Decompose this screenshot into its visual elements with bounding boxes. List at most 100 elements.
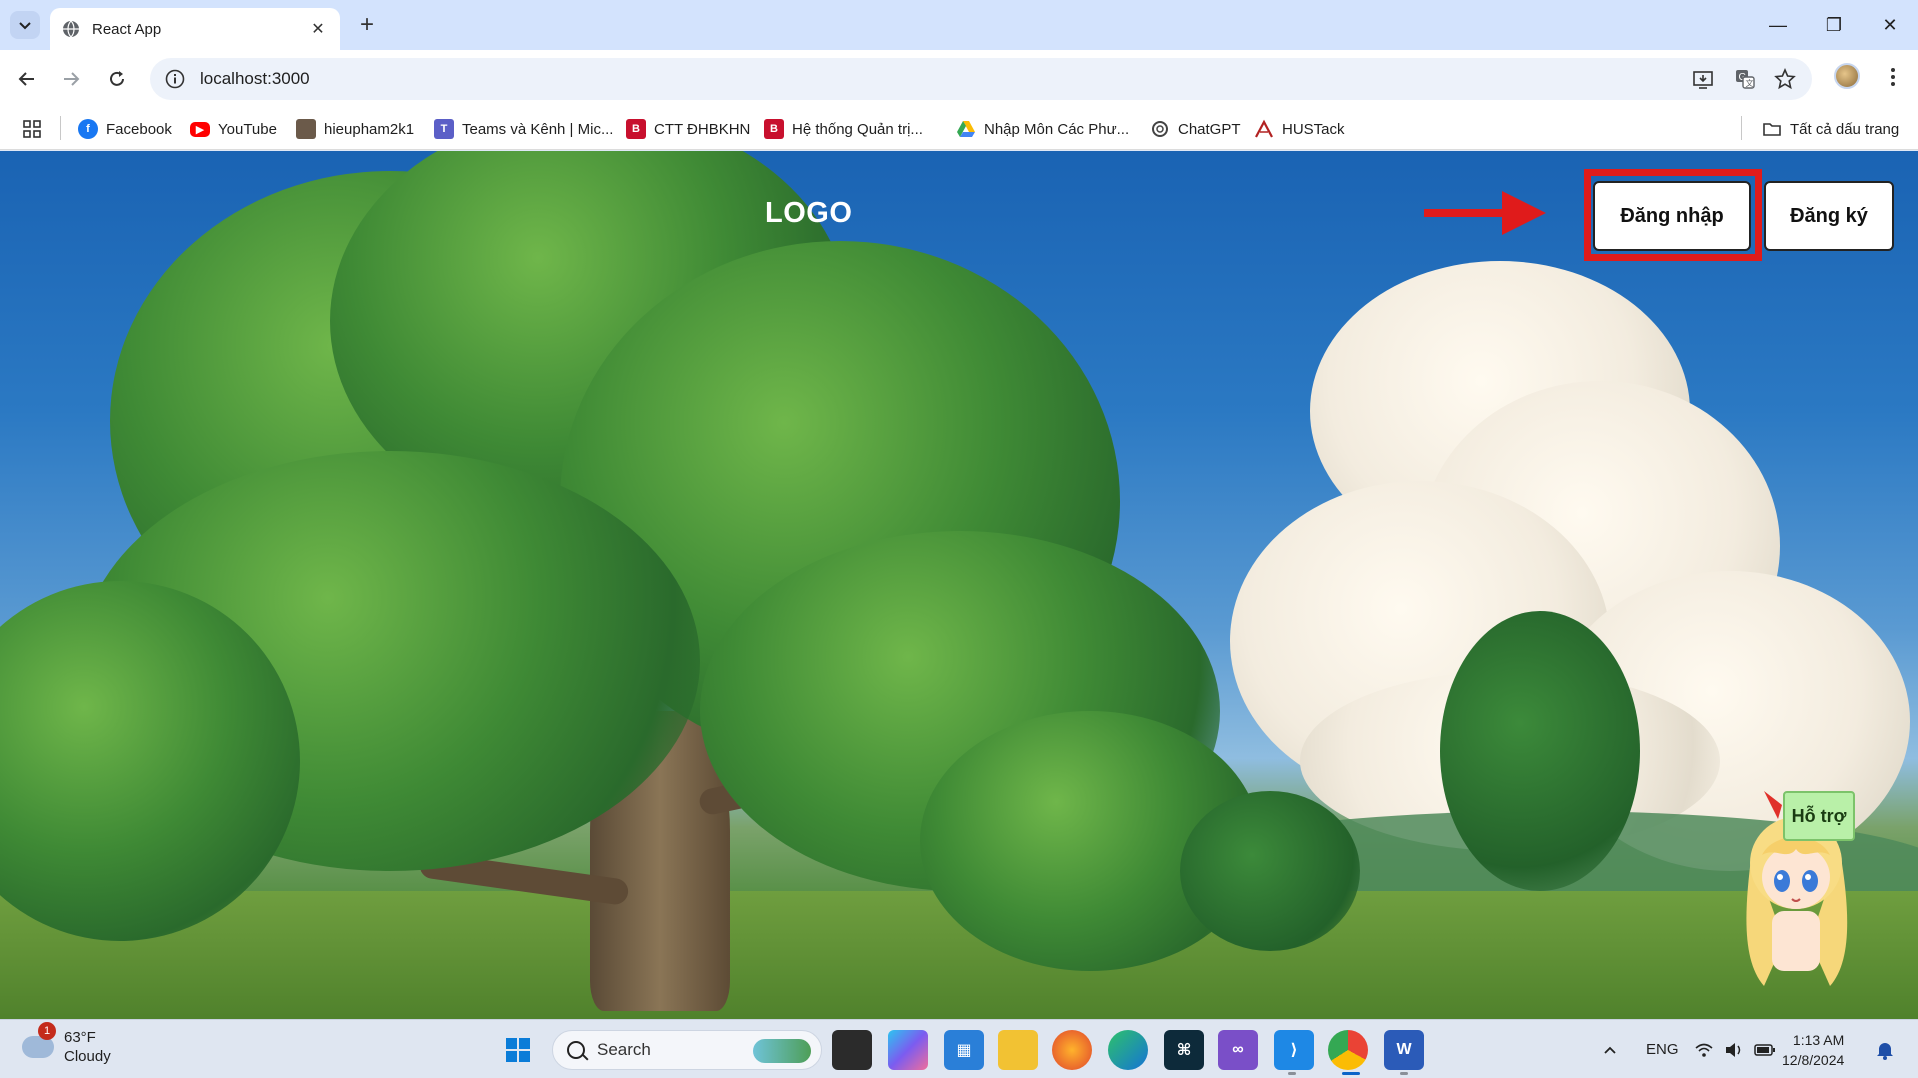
bookmark-divider [60,116,61,140]
arrow-right-icon [64,72,80,86]
hust-icon: B [764,119,784,139]
install-app-button[interactable] [1686,62,1720,96]
bookmark-hustack[interactable]: HUSTack [1254,108,1345,150]
store-icon[interactable]: ▦ [944,1030,984,1070]
image-icon [296,119,316,139]
profile-avatar[interactable] [1834,63,1860,89]
page-viewport: LOGO Đăng nhập Đăng ký Hỗ trợ [0,151,1918,1019]
youtube-icon: ▶ [190,121,210,137]
bookmark-label: Nhập Môn Các Phư... [984,120,1130,138]
clock-date: 12/8/2024 [1782,1052,1845,1068]
minimize-button[interactable]: — [1750,0,1806,50]
bookmark-youtube[interactable]: ▶ YouTube [190,108,277,150]
active-indicator [1342,1072,1360,1075]
system-clock[interactable]: 1:13 AM 12/8/2024 [1782,1030,1844,1070]
bookmark-facebook[interactable]: f Facebook [78,108,172,150]
search-highlight-image [753,1039,811,1063]
bookmark-label: CTT ĐHBKHN [654,120,751,138]
vscode-icon[interactable]: ⟩ [1274,1030,1314,1070]
volume-icon[interactable] [1724,1020,1744,1078]
task-view-icon[interactable] [832,1030,872,1070]
tab-close-icon[interactable]: ✕ [308,19,328,39]
translate-button[interactable]: G文 [1728,62,1762,96]
annotation-arrow-head [1502,191,1546,235]
reload-button[interactable] [100,62,134,96]
cloud-icon: 1 [22,1022,56,1058]
login-button[interactable]: Đăng nhập [1593,181,1751,251]
tab-search-button[interactable] [10,11,40,39]
bookmark-label: hieupham2k1 [324,120,415,138]
bookmark-hieupham2k1[interactable]: hieupham2k1 [296,108,414,150]
search-placeholder: Search [597,1040,651,1059]
bookmark-label: Facebook [106,120,172,138]
apps-grid-icon [23,120,41,138]
bookmark-label: HUSTack [1282,120,1345,138]
bookmark-label: ChatGPT [1178,120,1241,138]
bookmark-label: Hệ thống Quản trị... [792,120,923,138]
file-explorer-icon[interactable] [998,1030,1038,1070]
search-icon [567,1041,585,1059]
running-indicator [1288,1072,1296,1075]
copilot-icon[interactable] [888,1030,928,1070]
notifications-button[interactable] [1876,1020,1894,1078]
browser-tab[interactable]: React App ✕ [50,8,340,50]
annotation-arrow [1424,209,1514,217]
battery-icon[interactable] [1754,1020,1776,1078]
edge-icon[interactable] [1108,1030,1148,1070]
address-bar[interactable]: localhost:3000 [150,58,1812,100]
all-bookmarks-button[interactable]: Tất cả dấu trang [1762,108,1899,150]
site-info-icon[interactable] [164,68,186,90]
hustack-icon [1255,119,1273,138]
bookmark-star-button[interactable] [1768,62,1802,96]
tab-strip: React App ✕ + — ❐ ✕ [0,0,1918,50]
chrome-icon[interactable] [1328,1030,1368,1070]
weather-widget[interactable]: 1 63°F Cloudy [22,1022,111,1066]
bookmark-he-thong[interactable]: B Hệ thống Quản trị... [764,108,923,150]
visual-studio-icon[interactable]: ∞ [1218,1030,1258,1070]
close-window-button[interactable]: ✕ [1862,0,1918,50]
bell-icon [1877,1042,1893,1060]
restore-button[interactable]: ❐ [1806,0,1862,50]
show-hidden-icons[interactable] [1602,1020,1618,1078]
bookmark-nhap-mon[interactable]: Nhập Môn Các Phư... [956,108,1129,150]
bookmark-teams[interactable]: T Teams và Kênh | Mic... [434,108,613,150]
firefox-icon[interactable] [1052,1030,1092,1070]
browser-toolbar: localhost:3000 G文 [0,50,1918,108]
reload-icon [110,71,124,86]
bookmark-label: YouTube [218,120,277,138]
more-vertical-icon [1891,68,1895,86]
register-button[interactable]: Đăng ký [1764,181,1894,251]
taskbar-search[interactable]: Search [552,1030,822,1070]
svg-text:文: 文 [1746,78,1754,88]
wifi-icon[interactable] [1694,1020,1714,1078]
globe-icon [63,20,79,38]
star-icon [1774,68,1796,90]
weather-description: Cloudy [64,1048,111,1065]
site-logo[interactable]: LOGO [765,197,852,230]
tab-title: React App [92,20,162,38]
support-button[interactable]: Hỗ trợ [1783,791,1855,841]
chevron-down-icon [19,22,31,30]
arrow-left-icon [18,72,34,86]
windows-icon [506,1038,530,1062]
new-tab-button[interactable]: + [352,10,382,40]
apps-button[interactable] [22,108,42,150]
bookmark-chatgpt[interactable]: ChatGPT [1150,108,1241,150]
drive-icon [957,121,975,137]
forward-button[interactable] [54,62,88,96]
taskbar: 1 63°F Cloudy Search ▦ ⌘ ∞ ⟩ W ENG 1:13 … [0,1019,1918,1078]
folder-icon [1763,123,1781,136]
install-icon [1693,71,1713,89]
dev-tool-icon[interactable]: ⌘ [1164,1030,1204,1070]
start-button[interactable] [498,1030,538,1070]
chevron-up-icon [1604,1046,1616,1054]
word-icon[interactable]: W [1384,1030,1424,1070]
weather-temperature: 63°F [64,1029,96,1046]
language-indicator[interactable]: ENG [1646,1020,1679,1078]
notification-badge: 1 [38,1022,56,1040]
bookmarks-bar: f Facebook ▶ YouTube hieupham2k1 T Teams… [0,108,1918,150]
back-button[interactable] [10,62,44,96]
browser-menu-button[interactable] [1878,62,1908,92]
bookmark-ctt-dhbkhn[interactable]: B CTT ĐHBKHN [626,108,750,150]
hust-icon: B [626,119,646,139]
